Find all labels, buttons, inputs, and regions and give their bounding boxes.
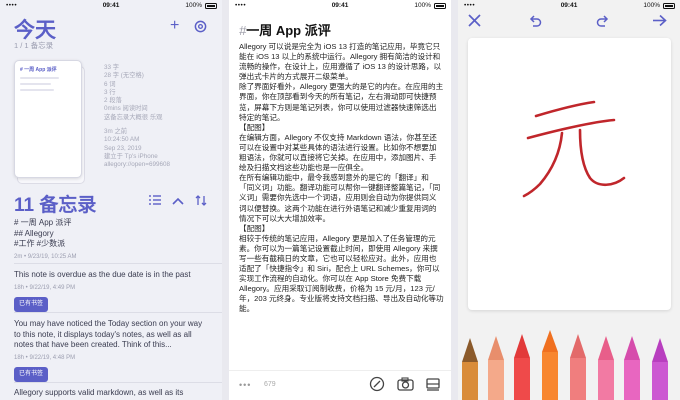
redo-button[interactable] [596,14,610,32]
paragraph: 【配图】 [239,223,270,233]
undo-icon [529,15,542,27]
collapse-button[interactable] [172,196,184,208]
battery-percent: 100% [185,2,202,9]
paragraph: Allegory 可以说是完全为 iOS 13 打造的笔记应用，毕竟它只能在 i… [239,42,442,82]
note-body-editor[interactable]: #一周 App 派评 Allegory 可以说是完全为 iOS 13 打造的笔记… [239,22,444,315]
heading-text: 一周 App 派评 [246,23,331,38]
list-item[interactable]: You may have noticed the Today section o… [14,319,210,382]
filter-button[interactable] [149,195,161,208]
bookmark-badge: 已有书签 [14,297,49,312]
card-title: # 一周 App 派评 [20,67,57,73]
battery-percent: 100% [414,2,431,9]
redo-icon [596,15,609,27]
settings-icon [194,20,207,33]
battery-percent: 100% [643,2,660,9]
list-item[interactable]: # 一周 App 派评 ## Allegory #工作 #少数派 2m • 9/… [14,218,210,262]
pen-palette [458,330,680,400]
sort-icon [195,195,207,206]
status-bar: •••• 09:41 100% [0,0,222,12]
undo-button[interactable] [528,14,542,32]
note-stats: 33 字 28 字 (无空格) 6 词 3 行 2 段落 0mins 阅读时间 … [104,64,170,170]
character-count: 679 [264,381,276,388]
chevron-up-icon [172,197,184,205]
settings-button[interactable] [194,20,207,38]
close-icon [468,14,481,27]
more-button[interactable]: ••• [239,380,251,390]
paragraph: 在编辑方面，Allegory 不仅支持 Markdown 语法，你甚至还可以在设… [239,132,437,173]
note-line: # 一周 App 派评 [14,218,72,227]
camera-icon [397,377,414,391]
stat-time: 10:24:50 AM [104,136,140,144]
stat-sentiment: 这备忘录大概很 乐观 [104,113,163,121]
note-text: Allegory supports valid markdown, as wel… [14,388,184,397]
note-timestamp: 2m • 9/23/19, 10:25 AM [14,253,77,260]
note-timestamp: 18h • 9/22/19, 4:48 PM [14,354,76,361]
paragraph: 相较于传统的笔记应用，Allegory 更是加入了任务管理的元素。你可以为一篇笔… [239,233,444,314]
paragraph: 在所有编辑功能中，最令我感到意外的是它的「翻译」和「同义词」功能。翻译功能可以帮… [239,173,441,223]
note-text: This note is overdue as the due date is … [14,270,191,279]
note-line: #工作 #少数派 [14,239,66,248]
stat-words: 6 词 [104,80,116,88]
paragraph: 除了界面好看外，Allegory 更强大的是它的内在。在应用的主界面，你在顶部看… [239,82,444,122]
pen-palette-graphic [458,330,680,400]
stat-chars-nospace: 28 字 (无空格) [104,72,144,80]
list-item[interactable]: This note is overdue as the due date is … [14,270,210,312]
bookmark-badge: 已有书签 [14,367,49,382]
status-bar: •••• 09:41 100% [229,0,451,12]
note-line: ## Allegory [14,228,54,238]
battery-icon [434,3,446,9]
today-note-card-stack[interactable]: # 一周 App 派评 [14,60,85,184]
note-heading: #一周 App 派评 [239,22,444,39]
today-note-card[interactable]: # 一周 App 派评 [14,60,82,178]
battery-icon [663,3,675,9]
stat-modified: 3m 之前 [104,128,128,136]
note-timestamp: 18h • 9/22/19, 4:49 PM [14,284,76,291]
stat-device: 建立于 Tp's iPhone [104,152,158,160]
stat-url: allegory://open=699608 [104,161,170,169]
add-note-button[interactable]: + [170,17,179,35]
list-icon [149,195,161,205]
sort-button[interactable] [195,195,207,209]
note-text: You may have noticed the Today section o… [14,319,203,349]
drawing-screen: •••• 09:41 100% [458,0,680,400]
layout-button[interactable] [425,376,443,394]
battery-icon [205,3,217,9]
pencil-circle-icon [369,376,385,392]
handwritten-stroke [522,100,626,198]
note-editor-screen: •••• 09:41 100% #一周 App 派评 Allegory 可以说是… [229,0,451,400]
done-button[interactable] [652,14,667,31]
camera-button[interactable] [397,376,415,394]
today-count: 1 / 1 备忘录 [14,41,54,50]
paragraph: 【配图】 [239,122,270,132]
draw-button[interactable] [369,376,387,394]
stat-read-time: 0mins 阅读时间 [104,105,148,113]
close-button[interactable] [468,14,481,31]
stat-date: Sep 23, 2019 [104,144,142,152]
drawing-toolbar [458,10,680,36]
drawing-canvas[interactable] [468,38,671,310]
notes-list-screen: •••• 09:41 100% 今天 1 / 1 备忘录 + # 一周 App … [0,0,222,400]
notes-count-title: 11 备忘录 [14,195,97,216]
editor-toolbar: ••• 679 [229,370,451,400]
layout-icon [426,378,440,391]
stat-lines: 3 行 [104,88,116,96]
arrow-right-icon [653,14,667,27]
list-item[interactable]: Allegory supports valid markdown, as wel… [14,388,210,399]
